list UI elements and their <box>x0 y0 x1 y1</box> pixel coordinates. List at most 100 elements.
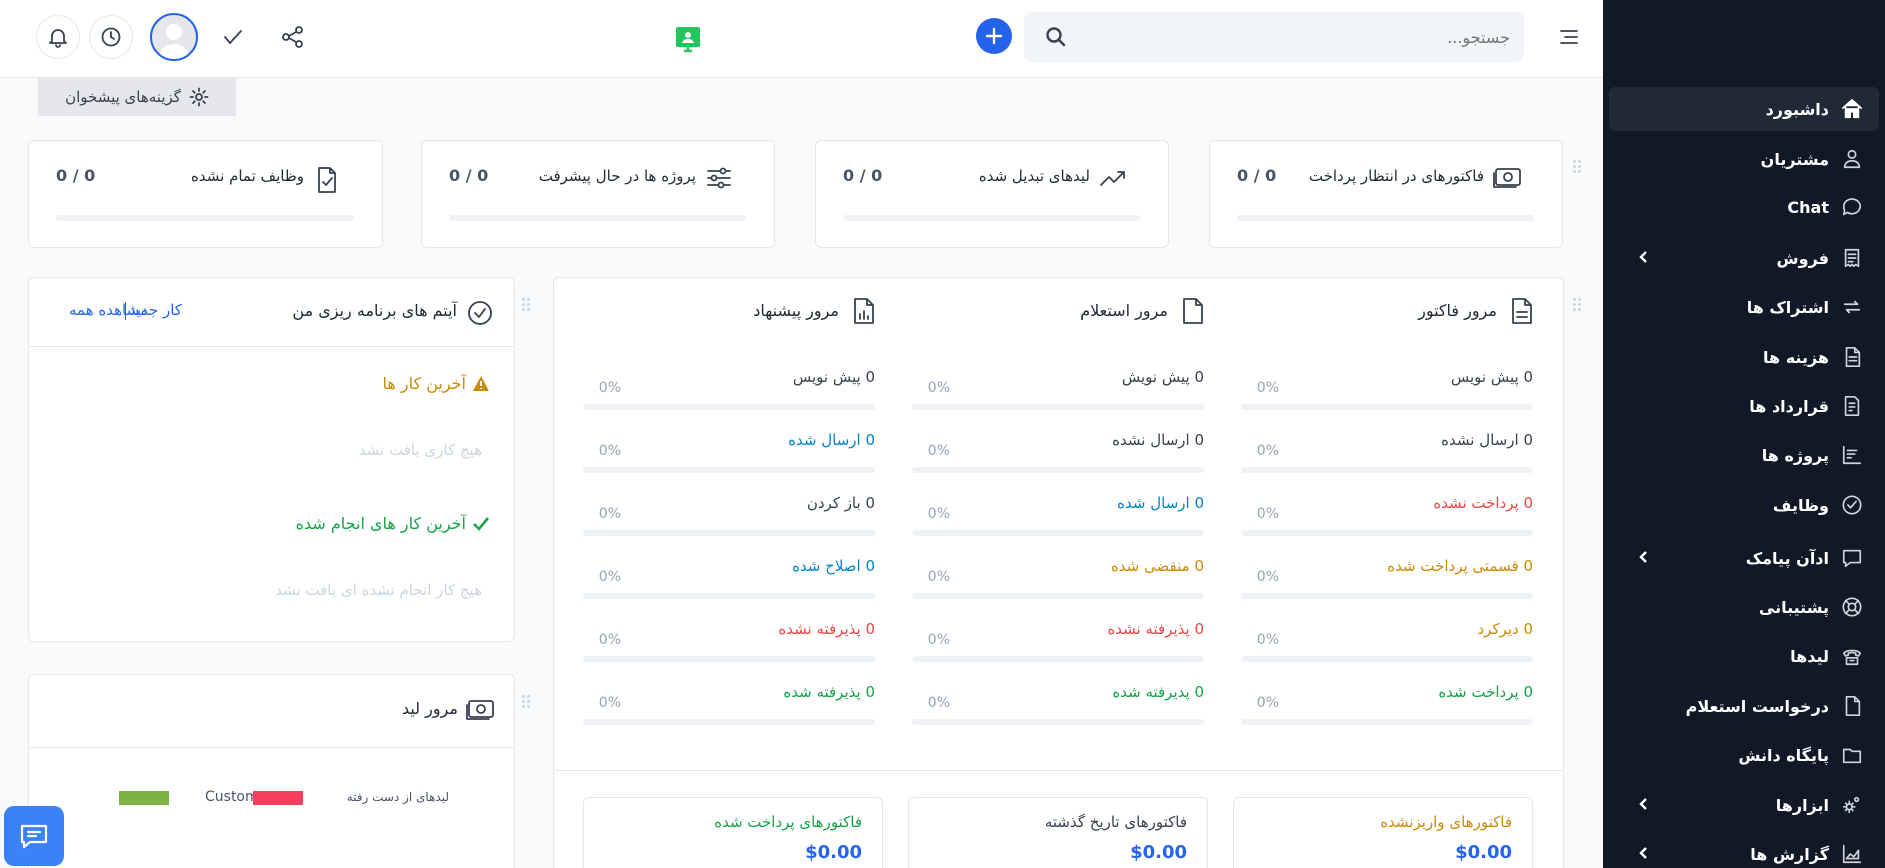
file-icon <box>1839 693 1865 719</box>
invoice-summary-card[interactable]: فاکتورهای تاریخ گذشته $0.00 <box>908 797 1208 868</box>
new-task-link[interactable]: کار جدید <box>129 301 182 319</box>
trending-up-icon <box>1098 165 1128 195</box>
presentation-icon[interactable] <box>674 25 702 53</box>
stat-card[interactable]: وظایف تمام نشده 0 / 0 <box>28 140 383 248</box>
stat-card[interactable]: لیدهای تبدیل شده 0 / 0 <box>815 140 1169 248</box>
overview-row-label: 0 پیش نویش <box>1121 368 1204 386</box>
chat-widget-button[interactable] <box>4 806 64 866</box>
sidebar-item-label: ابزارها <box>1775 795 1829 815</box>
sidebar-item-user[interactable]: مشتریان <box>1603 137 1885 181</box>
sidebar-item-lifebuoy[interactable]: پشتیبانی <box>1603 585 1885 629</box>
overview-progress-bar <box>583 593 875 599</box>
leads-overview-title: مرور لید <box>401 699 458 718</box>
latest-done-label: آخرین کار های انجام شده <box>295 514 466 533</box>
drag-handle[interactable] <box>1573 298 1583 314</box>
contract-icon <box>1839 393 1865 419</box>
overview-row-label: 0 پیش نویس <box>1450 368 1533 386</box>
stat-title: لیدهای تبدیل شده <box>978 167 1090 185</box>
sidebar-item-file[interactable]: درخواست استعلام <box>1603 684 1885 728</box>
sidebar-item-phone[interactable]: لیدها <box>1603 634 1885 678</box>
drag-handle[interactable] <box>522 695 532 711</box>
stat-card[interactable]: پروژه ها در حال پیشرفت 0 / 0 <box>421 140 775 248</box>
summary-value: $0.00 <box>1130 842 1187 863</box>
quick-create-button[interactable] <box>976 18 1012 54</box>
sidebar-item-cogs[interactable]: ابزارها <box>1603 783 1885 827</box>
sidebar-item-label: گزارش ها <box>1750 844 1829 864</box>
menu-toggle-icon[interactable] <box>1558 26 1580 48</box>
plus-icon <box>985 27 1003 45</box>
overview-row-label: 0 باز کردن <box>806 494 875 512</box>
file-text-icon <box>1839 344 1865 370</box>
legend-swatch-customer <box>119 791 169 805</box>
user-avatar[interactable] <box>150 13 198 61</box>
proposal-icon <box>851 296 877 326</box>
sidebar-item-check-circle[interactable]: وظایف <box>1603 483 1885 527</box>
overview-row-label: 0 ارسال شده <box>1117 494 1204 512</box>
share-icon[interactable] <box>280 24 306 50</box>
sidebar-item-folder[interactable]: پایگاه دانش <box>1603 733 1885 777</box>
sidebar-item-contract[interactable]: قرارداد ها <box>1603 384 1885 428</box>
chart-bars-icon <box>1839 442 1865 468</box>
overview-progress-bar <box>912 656 1204 662</box>
overview-row-label: 0 اصلاح شده <box>792 557 875 575</box>
overview-progress-bar <box>1241 656 1533 662</box>
drag-handle[interactable] <box>522 298 532 314</box>
overview-row-percent: 0% <box>927 569 950 585</box>
notifications-button[interactable] <box>36 15 80 59</box>
sidebar-item-repeat[interactable]: اشتراک ها <box>1603 285 1885 329</box>
sidebar-item-chart-bars[interactable]: پروژه ها <box>1603 433 1885 477</box>
divider <box>554 770 1563 771</box>
overview-row-percent: 0% <box>598 443 621 459</box>
sidebar-item-label: وظایف <box>1772 495 1829 515</box>
overview-progress-bar <box>583 530 875 536</box>
sidebar-item-label: پشتیبانی <box>1758 597 1829 617</box>
chevron-left-icon <box>1635 248 1653 266</box>
stat-card[interactable]: فاکتورهای در انتظار پرداخت 0 / 0 <box>1209 140 1563 248</box>
sidebar-item-label: درخواست استعلام <box>1685 696 1829 716</box>
cogs-icon <box>1839 792 1865 818</box>
overview-title: مرور فاکتور <box>1418 301 1497 320</box>
search-input[interactable] <box>1074 12 1510 62</box>
gear-icon <box>189 87 209 107</box>
overview-progress-bar <box>912 593 1204 599</box>
divider <box>29 346 514 347</box>
summary-value: $0.00 <box>1455 842 1512 863</box>
divider <box>29 747 514 748</box>
sidebar-item-file-text[interactable]: هزینه ها <box>1603 335 1885 379</box>
leads-overview-card: مرور لید Customer لیدهای از دست رفته <box>28 674 515 868</box>
sidebar-item-label: قرارداد ها <box>1749 396 1829 416</box>
no-tasks-text: هیچ کاری یافت نشد <box>358 441 482 459</box>
check-icon[interactable] <box>220 24 246 50</box>
summary-title: فاکتورهای تاریخ گذشته <box>1044 813 1187 831</box>
phone-icon <box>1839 643 1865 669</box>
overview-progress-bar <box>583 719 875 725</box>
overview-row-percent: 0% <box>598 506 621 522</box>
sidebar-item-home[interactable]: داشبورد <box>1609 87 1879 131</box>
clock-button[interactable] <box>89 15 133 59</box>
sidebar-item-receipt[interactable]: فروش <box>1603 236 1885 280</box>
overview-row-percent: 0% <box>598 569 621 585</box>
invoice-icon <box>1509 296 1535 326</box>
sidebar-item-chart-area[interactable]: گزارش ها <box>1603 832 1885 868</box>
sidebar-item-label: مشتریان <box>1760 149 1829 169</box>
drag-handle[interactable] <box>1573 160 1583 176</box>
sidebar-item-chat-bubble[interactable]: Chat <box>1603 185 1885 229</box>
overview-row-percent: 0% <box>1256 632 1279 648</box>
sidebar-item-message[interactable]: ادآن پیامک <box>1603 536 1885 580</box>
overview-progress-bar <box>583 656 875 662</box>
lifebuoy-icon <box>1839 594 1865 620</box>
overview-row-label: 0 پدیرفته شده <box>1112 683 1204 701</box>
sidebar-item-label: لیدها <box>1790 646 1829 666</box>
search-icon <box>1044 25 1068 49</box>
repeat-icon <box>1839 294 1865 320</box>
money-icon <box>1492 165 1522 195</box>
sidebar-item-label: فروش <box>1776 248 1829 268</box>
overview-progress-bar <box>1241 719 1533 725</box>
stat-value: 0 / 0 <box>843 166 883 185</box>
dashboard-options-button[interactable]: گزینه‌های پیشخوان <box>38 78 236 116</box>
invoice-summary-card[interactable]: فاکتورهای واریزنشده $0.00 <box>1233 797 1533 868</box>
invoice-summary-card[interactable]: فاکتورهای پرداخت شده $0.00 <box>583 797 883 868</box>
stat-progress-bar <box>1237 215 1534 221</box>
overview-progress-bar <box>912 530 1204 536</box>
search-box[interactable] <box>1024 12 1524 62</box>
